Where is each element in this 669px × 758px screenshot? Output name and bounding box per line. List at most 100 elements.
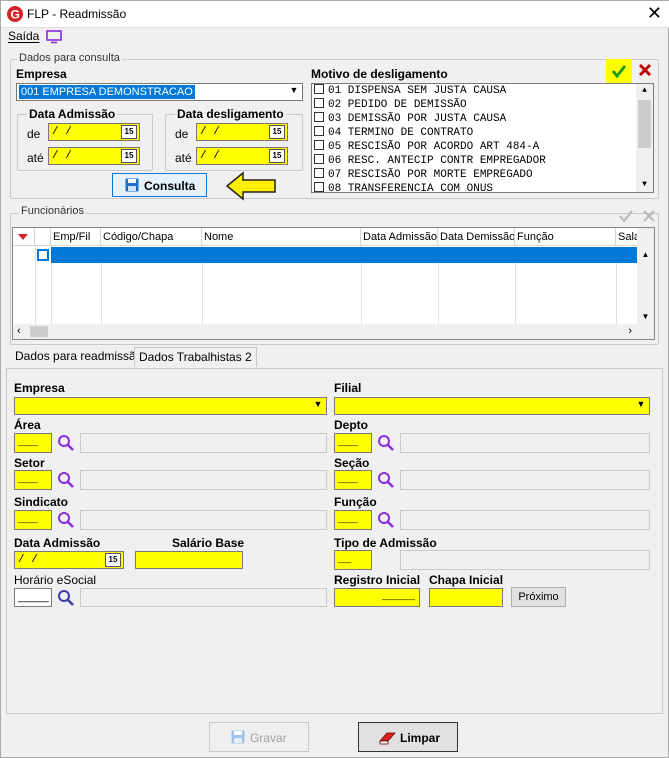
col-emp-fil[interactable]: Emp/Fil bbox=[51, 228, 101, 246]
checkmark-icon[interactable] bbox=[618, 209, 634, 223]
checkmark-icon bbox=[611, 65, 627, 79]
funcao-code-input[interactable]: ___ bbox=[334, 510, 372, 530]
checkbox[interactable] bbox=[314, 84, 324, 94]
chevron-down-icon[interactable]: ▼ bbox=[311, 399, 325, 409]
depto-code-input[interactable]: ___ bbox=[334, 433, 372, 453]
scroll-thumb[interactable] bbox=[638, 100, 651, 148]
window-title: FLP - Readmissão bbox=[27, 7, 127, 21]
grid-select-header[interactable] bbox=[35, 228, 51, 246]
col-funcao[interactable]: Função bbox=[515, 228, 616, 246]
table-row-selected[interactable] bbox=[51, 247, 638, 263]
menu-saida[interactable]: Saída bbox=[8, 29, 39, 43]
col-sala[interactable]: Sala bbox=[616, 228, 638, 246]
grid-hscrollbar[interactable]: ‹ › bbox=[13, 324, 654, 339]
search-icon[interactable] bbox=[57, 434, 75, 452]
search-icon[interactable] bbox=[57, 589, 75, 607]
confirm-motivo-button[interactable] bbox=[606, 59, 632, 83]
registro-inicial-input[interactable]: _____ bbox=[334, 588, 420, 607]
checkbox[interactable] bbox=[314, 182, 324, 192]
limpar-button[interactable]: Limpar bbox=[358, 722, 458, 752]
filial-label: Filial bbox=[334, 381, 362, 395]
row-selector[interactable] bbox=[37, 249, 49, 261]
tipo-admissao-input[interactable]: __ bbox=[334, 550, 372, 570]
calendar-icon[interactable]: 15 bbox=[269, 125, 285, 139]
setor-description bbox=[80, 470, 327, 490]
calendar-icon[interactable]: 15 bbox=[269, 149, 285, 163]
data-admissao-label: Data Admissão bbox=[14, 536, 101, 550]
close-window-button[interactable]: ✕ bbox=[647, 3, 662, 24]
clear-motivo-x-icon[interactable] bbox=[638, 63, 652, 77]
salario-base-input[interactable] bbox=[135, 551, 243, 569]
search-icon[interactable] bbox=[377, 511, 395, 529]
chevron-up-icon[interactable]: ▲ bbox=[637, 248, 654, 262]
calendar-icon[interactable]: 15 bbox=[121, 125, 137, 139]
consulta-button[interactable]: Consulta bbox=[112, 173, 207, 197]
svg-text:G: G bbox=[11, 8, 20, 22]
calendar-icon[interactable]: 15 bbox=[121, 149, 137, 163]
chevron-down-icon[interactable]: ▼ bbox=[636, 178, 653, 192]
secao-code-input[interactable]: ___ bbox=[334, 470, 372, 490]
chevron-down-icon[interactable]: ▼ bbox=[634, 399, 648, 409]
close-icon[interactable] bbox=[642, 209, 656, 223]
motivo-item[interactable]: 07 RESCISÃO POR MORTE EMPREGADO bbox=[312, 168, 637, 182]
motivo-item[interactable]: 02 PEDIDO DE DEMISSÃO bbox=[312, 98, 637, 112]
motivo-scrollbar[interactable]: ▲ ▼ bbox=[636, 84, 653, 192]
col-codigo-chapa[interactable]: Código/Chapa bbox=[101, 228, 202, 246]
search-icon[interactable] bbox=[57, 511, 75, 529]
col-data-demissao[interactable]: Data Demissão bbox=[438, 228, 515, 246]
setor-code-input[interactable]: ___ bbox=[14, 470, 52, 490]
filial-select[interactable]: ▼ bbox=[334, 397, 650, 415]
funcionarios-grid[interactable]: Emp/Fil Código/Chapa Nome Data Admissão … bbox=[12, 227, 655, 340]
motivo-item[interactable]: 04 TERMINO DE CONTRATO bbox=[312, 126, 637, 140]
sindicato-code-input[interactable]: ___ bbox=[14, 510, 52, 530]
grid-vscrollbar[interactable]: ▲ ▼ bbox=[637, 228, 654, 324]
col-nome[interactable]: Nome bbox=[202, 228, 361, 246]
tab-dados-trabalhistas-2[interactable]: Dados Trabalhistas 2 bbox=[134, 347, 257, 367]
empresa-select[interactable]: ▼ bbox=[14, 397, 327, 415]
sindicato-label: Sindicato bbox=[14, 495, 69, 509]
tab-dados-readmissao[interactable]: Dados para readmissão bbox=[10, 345, 148, 366]
scroll-thumb[interactable] bbox=[30, 326, 48, 337]
gravar-button[interactable]: Gravar bbox=[209, 722, 309, 752]
checkbox[interactable] bbox=[314, 168, 324, 178]
motivo-item[interactable]: 08 TRANSFERENCIA COM ONUS bbox=[312, 182, 637, 192]
checkbox[interactable] bbox=[314, 140, 324, 150]
col-data-admissao[interactable]: Data Admissão bbox=[361, 228, 438, 246]
search-icon[interactable] bbox=[377, 434, 395, 452]
checkbox[interactable] bbox=[314, 98, 324, 108]
admissao-ate-label: até bbox=[27, 151, 44, 165]
motivo-item[interactable]: 01 DISPENSA SEM JUSTA CAUSA bbox=[312, 84, 637, 98]
admissao-de-label: de bbox=[27, 127, 41, 141]
app-logo-icon: G bbox=[7, 6, 23, 22]
checkbox[interactable] bbox=[314, 154, 324, 164]
funcao-description bbox=[400, 510, 650, 530]
area-code-input[interactable]: ___ bbox=[14, 433, 52, 453]
motivo-label: Motivo de desligamento bbox=[311, 67, 448, 81]
consulta-button-label: Consulta bbox=[144, 179, 196, 193]
secao-description bbox=[400, 470, 650, 490]
chevron-down-icon[interactable]: ▼ bbox=[637, 310, 654, 324]
chevron-right-icon[interactable]: › bbox=[628, 324, 632, 339]
monitor-icon[interactable] bbox=[46, 30, 62, 44]
chevron-down-icon[interactable]: ▼ bbox=[287, 85, 301, 95]
motivo-item[interactable]: 06 RESC. ANTECIP CONTR EMPREGADOR bbox=[312, 154, 637, 168]
motivo-item[interactable]: 03 DEMISSÃO POR JUSTA CAUSA bbox=[312, 112, 637, 126]
secao-label: Seção bbox=[334, 456, 370, 470]
empresa-consulta-select[interactable]: 001 EMPRESA DEMONSTRACAO ▼ bbox=[16, 83, 303, 101]
motivo-list[interactable]: 01 DISPENSA SEM JUSTA CAUSA 02 PEDIDO DE… bbox=[311, 83, 654, 193]
search-icon[interactable] bbox=[377, 471, 395, 489]
motivo-item[interactable]: 05 RESCISÃO POR ACORDO ART 484-A bbox=[312, 140, 637, 154]
chevron-up-icon[interactable]: ▲ bbox=[636, 84, 653, 98]
calendar-icon[interactable]: 15 bbox=[105, 553, 121, 567]
funcionarios-group-title: Funcionários bbox=[19, 205, 86, 217]
checkbox[interactable] bbox=[314, 112, 324, 122]
chapa-inicial-input[interactable] bbox=[429, 588, 503, 607]
proximo-button[interactable]: Próximo bbox=[511, 587, 566, 607]
salario-base-label: Salário Base bbox=[172, 536, 245, 550]
chevron-left-icon[interactable]: ‹ bbox=[17, 324, 21, 339]
grid-sort-header[interactable] bbox=[13, 228, 35, 246]
main-window: G FLP - Readmissão ✕ Saída Dados para co… bbox=[0, 0, 669, 758]
checkbox[interactable] bbox=[314, 126, 324, 136]
horario-esocial-input[interactable]: _____ bbox=[14, 588, 52, 607]
search-icon[interactable] bbox=[57, 471, 75, 489]
